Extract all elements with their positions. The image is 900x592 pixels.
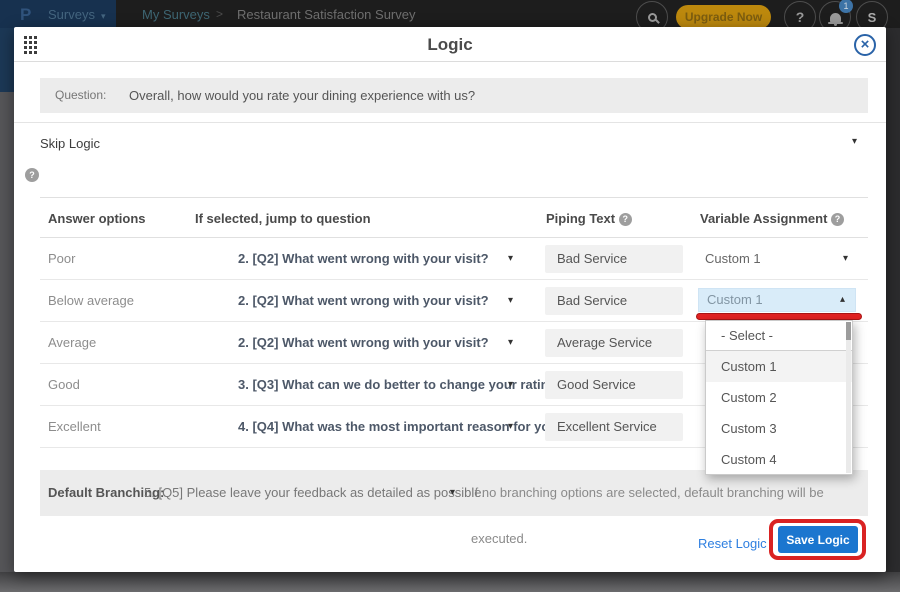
jump-question-select[interactable]: 3. [Q3] What can we do better to change … bbox=[238, 364, 564, 406]
piping-text-input[interactable]: Good Service bbox=[545, 371, 683, 399]
dropdown-option[interactable]: Custom 4 bbox=[706, 444, 852, 475]
chevron-down-icon[interactable]: ▾ bbox=[843, 238, 848, 280]
default-branching-bar: Default Branching: 5. [Q5] Please leave … bbox=[40, 470, 868, 516]
dropdown-option[interactable]: Custom 1 bbox=[706, 351, 852, 382]
default-branching-note: If no branching options are selected, de… bbox=[471, 470, 868, 516]
page-overlay-bottom bbox=[0, 572, 900, 592]
logic-type-select[interactable]: Skip Logic bbox=[40, 136, 100, 151]
piping-text-input[interactable]: Bad Service bbox=[545, 245, 683, 273]
close-icon: × bbox=[861, 36, 870, 53]
top-nav-bar: P Surveys▾ My Surveys > Restaurant Satis… bbox=[0, 0, 900, 28]
chevron-down-icon[interactable]: ▾ bbox=[508, 364, 513, 406]
dropdown-option[interactable]: - Select - bbox=[706, 321, 852, 351]
dropdown-option[interactable]: Custom 2 bbox=[706, 382, 852, 413]
breadcrumb-my-surveys[interactable]: My Surveys bbox=[142, 7, 210, 22]
question-mark-icon: ? bbox=[796, 9, 805, 25]
question-text: Overall, how would you rate your dining … bbox=[129, 78, 475, 113]
app-logo[interactable]: P bbox=[20, 5, 31, 25]
chevron-up-icon: ▴ bbox=[840, 289, 845, 311]
annotation-red-underline bbox=[696, 313, 862, 320]
answer-option-label: Poor bbox=[48, 238, 75, 280]
scrollbar-thumb[interactable] bbox=[846, 322, 851, 340]
jump-question-select[interactable]: 2. [Q2] What went wrong with your visit? bbox=[238, 322, 489, 364]
modal-header: Logic × bbox=[14, 27, 886, 62]
variable-select-open[interactable]: Custom 1 ▴ bbox=[698, 288, 856, 312]
nav-surveys[interactable]: Surveys▾ bbox=[48, 7, 106, 22]
variable-dropdown-menu: - Select - Custom 1 Custom 2 Custom 3 Cu… bbox=[705, 320, 853, 475]
col-piping-text: Piping Text ? bbox=[546, 198, 632, 239]
table-row: Poor 2. [Q2] What went wrong with your v… bbox=[40, 238, 868, 280]
upgrade-now-button[interactable]: Upgrade Now bbox=[676, 5, 771, 29]
chevron-down-icon: ▾ bbox=[101, 11, 106, 21]
answer-option-label: Average bbox=[48, 322, 96, 364]
answer-option-label: Below average bbox=[48, 280, 134, 322]
chevron-down-icon[interactable]: ▾ bbox=[508, 322, 513, 364]
search-icon bbox=[648, 13, 657, 22]
chevron-down-icon[interactable]: ▾ bbox=[852, 136, 857, 147]
skip-logic-help-icon[interactable]: ? bbox=[25, 168, 39, 182]
dropdown-option[interactable]: Custom 3 bbox=[706, 413, 852, 444]
breadcrumb-current-survey: Restaurant Satisfaction Survey bbox=[237, 7, 415, 22]
answer-option-label: Excellent bbox=[48, 406, 101, 448]
piping-text-input[interactable]: Average Service bbox=[545, 329, 683, 357]
default-branching-select[interactable]: 5. [Q5] Please leave your feedback as de… bbox=[144, 470, 485, 516]
chevron-down-icon[interactable]: ▾ bbox=[508, 238, 513, 280]
answer-option-label: Good bbox=[48, 364, 80, 406]
reset-logic-link[interactable]: Reset Logic bbox=[698, 536, 767, 551]
dropdown-scrollbar[interactable] bbox=[846, 322, 851, 473]
avatar-initial: S bbox=[868, 10, 877, 25]
logic-modal: Logic × Question: Overall, how would you… bbox=[14, 27, 886, 572]
chevron-down-icon[interactable]: ▾ bbox=[508, 280, 513, 322]
table-header-row: Answer options If selected, jump to ques… bbox=[40, 197, 868, 238]
col-jump-to-question: If selected, jump to question bbox=[195, 198, 371, 239]
jump-question-select[interactable]: 2. [Q2] What went wrong with your visit? bbox=[238, 238, 489, 280]
save-logic-button[interactable]: Save Logic bbox=[778, 526, 858, 553]
chevron-down-icon[interactable]: ▾ bbox=[508, 406, 513, 448]
page-overlay-left bbox=[0, 28, 14, 572]
col-answer-options: Answer options bbox=[48, 198, 146, 239]
chevron-down-icon[interactable]: ▾ bbox=[450, 470, 455, 516]
piping-text-input[interactable]: Bad Service bbox=[545, 287, 683, 315]
piping-text-input[interactable]: Excellent Service bbox=[545, 413, 683, 441]
notification-badge: 1 bbox=[839, 0, 853, 13]
jump-question-select[interactable]: 2. [Q2] What went wrong with your visit? bbox=[238, 280, 489, 322]
page-overlay-right bbox=[886, 28, 900, 572]
variable-help-icon[interactable]: ? bbox=[831, 213, 844, 226]
close-button[interactable]: × bbox=[854, 34, 876, 56]
piping-help-icon[interactable]: ? bbox=[619, 213, 632, 226]
question-bar: Question: Overall, how would you rate yo… bbox=[40, 78, 868, 113]
bell-icon bbox=[830, 13, 841, 22]
variable-select-value: Custom 1 bbox=[707, 289, 763, 311]
question-label: Question: bbox=[55, 78, 106, 113]
variable-select[interactable]: Custom 1 bbox=[705, 238, 761, 280]
screen: P Surveys▾ My Surveys > Restaurant Satis… bbox=[0, 0, 900, 592]
section-divider bbox=[14, 122, 886, 123]
modal-title: Logic bbox=[14, 27, 886, 62]
col-variable-assignment: Variable Assignment ? bbox=[700, 198, 844, 239]
breadcrumb-separator: > bbox=[216, 7, 223, 21]
